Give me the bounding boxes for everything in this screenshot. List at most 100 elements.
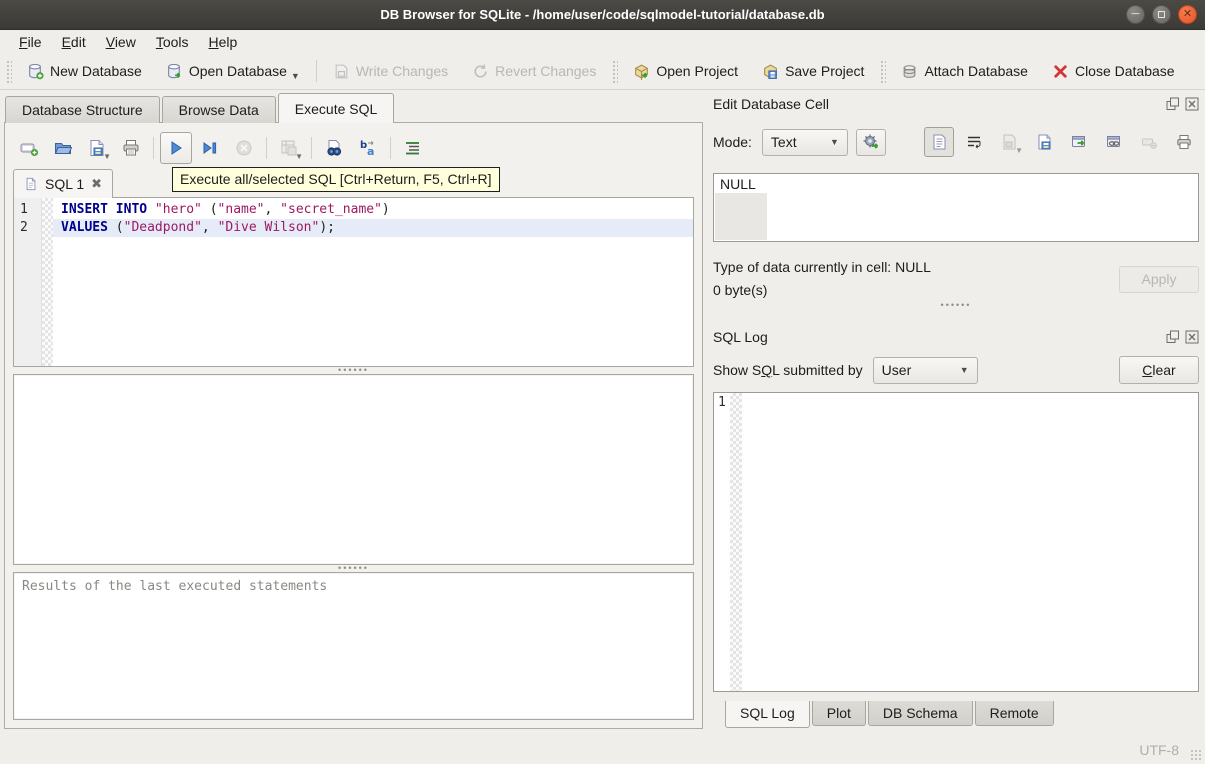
encoding-indicator[interactable]: UTF-8 [1139,742,1179,758]
sql-text: ) [382,202,390,217]
set-null-icon [1140,133,1158,151]
open-sql-file-button[interactable] [47,132,79,164]
cell-value-editor[interactable]: NULL [713,173,1199,242]
splitter-handle[interactable]: •••••• [713,302,1199,309]
sql-log-dock-header[interactable]: SQL Log [713,327,1199,347]
save-sql-file-button[interactable]: ▼ [81,132,113,164]
line-number-gutter: 1 2 [14,198,42,366]
cell-toolbar: ▼ [924,127,1199,157]
find-button[interactable] [318,132,350,164]
sql-text: ( [202,202,218,217]
query-middle-panel[interactable] [13,374,694,565]
mode-select[interactable]: Text ▼ [762,129,848,156]
close-dock-icon[interactable] [1185,330,1199,344]
new-database-button[interactable]: New Database [19,58,150,85]
cell-editor-margin [715,193,767,240]
attach-database-icon [901,63,918,80]
statusbar: UTF-8 [0,735,1205,764]
code-area[interactable]: INSERT INTO "hero" ("name", "secret_name… [53,198,693,366]
float-dock-icon[interactable] [1166,330,1180,344]
log-filter-select[interactable]: User ▼ [873,357,978,384]
close-icon[interactable]: ✕ [1178,5,1197,24]
svg-text:a: a [367,145,374,158]
toolbar-grip[interactable] [5,59,12,83]
results-panel[interactable]: Results of the last executed statements [13,572,694,720]
tab-plot[interactable]: Plot [812,701,866,726]
open-in-app-button[interactable] [1064,127,1094,157]
apply-button: Apply [1119,266,1199,293]
sql-text: , [202,220,218,235]
close-dock-icon[interactable] [1185,97,1199,111]
execute-line-button[interactable] [194,132,226,164]
replace-button[interactable]: ba [352,132,384,164]
execute-tooltip: Execute all/selected SQL [Ctrl+Return, F… [172,167,500,192]
sql1-tab[interactable]: SQL 1 ✖ [13,169,113,198]
gear-import-icon [862,133,880,151]
print-sql-button[interactable] [115,132,147,164]
open-external-icon [1070,133,1088,151]
sql-editor[interactable]: 1 2 INSERT INTO "hero" ("name", "secret_… [13,197,694,367]
close-database-label: Close Database [1075,63,1175,79]
toolbar-separator [316,60,317,82]
titlebar[interactable]: DB Browser for SQLite - /home/user/code/… [0,0,1205,30]
save-file-dropdown-icon[interactable]: ▼ [103,152,111,161]
menu-help[interactable]: Help [200,32,247,52]
cell-type-info: Type of data currently in cell: NULL [713,256,931,279]
write-changes-label: Write Changes [356,63,448,79]
menu-file[interactable]: File [10,32,51,52]
maximize-icon[interactable] [1152,5,1171,24]
open-database-button[interactable]: Open Database ▼ [158,58,308,85]
open-database-label: Open Database [189,63,287,79]
format-sql-button[interactable] [397,132,429,164]
open-project-button[interactable]: Open Project [625,58,746,85]
sql-log-area[interactable]: 1 [713,392,1199,692]
tab-browse-data[interactable]: Browse Data [162,96,276,123]
menu-view[interactable]: View [97,32,145,52]
attach-database-label: Attach Database [924,63,1028,79]
close-database-button[interactable]: Close Database [1044,58,1183,85]
resize-grip[interactable] [1190,749,1202,761]
stop-icon [234,138,254,158]
toolbar-grip[interactable] [879,59,886,83]
clear-log-button[interactable]: Clear [1119,356,1199,384]
save-project-label: Save Project [785,63,864,79]
open-database-dropdown-icon[interactable]: ▼ [291,71,300,81]
tab-remote[interactable]: Remote [975,701,1054,726]
tab-database-structure[interactable]: Database Structure [5,96,160,123]
text-document-icon [930,133,948,151]
cell-value: NULL [720,176,756,192]
menu-edit[interactable]: Edit [53,32,95,52]
tab-sql-log[interactable]: SQL Log [725,701,810,728]
edit-cell-dock-header[interactable]: Edit Database Cell [713,94,1199,114]
text-mode-button[interactable] [924,127,954,157]
toolbar-grip[interactable] [611,59,618,83]
copy-link-button[interactable] [1099,127,1129,157]
attach-database-button[interactable]: Attach Database [893,58,1036,85]
open-project-label: Open Project [656,63,738,79]
word-wrap-button[interactable] [959,127,989,157]
tab-db-schema[interactable]: DB Schema [868,701,973,726]
print-cell-button[interactable] [1169,127,1199,157]
new-sql-tab-button[interactable] [13,132,45,164]
edit-cell-title: Edit Database Cell [713,96,1161,112]
menubar: File Edit View Tools Help [0,30,1205,53]
save-project-button[interactable]: Save Project [754,58,872,85]
right-pane: Edit Database Cell Mode: Text ▼ [703,90,1205,735]
sql-toolbar-separator [266,137,267,159]
cell-size-info: 0 byte(s) [713,279,931,302]
splitter-handle[interactable]: •••••• [13,565,694,572]
execute-all-button[interactable] [160,132,192,164]
float-dock-icon[interactable] [1166,97,1180,111]
revert-changes-icon [472,63,489,80]
splitter-handle[interactable]: •••••• [13,367,694,374]
close-tab-icon[interactable]: ✖ [91,176,102,192]
save-results-dropdown-icon: ▼ [295,152,303,161]
chevron-down-icon: ▼ [830,137,839,147]
minimize-icon[interactable]: ─ [1126,5,1145,24]
sql-toolbar-separator [311,137,312,159]
tab-execute-sql[interactable]: Execute SQL [278,93,395,123]
import-in-cell-button[interactable] [856,129,886,156]
menu-tools[interactable]: Tools [147,32,198,52]
export-file-button[interactable] [1029,127,1059,157]
sql-keyword: VALUES [61,220,108,235]
